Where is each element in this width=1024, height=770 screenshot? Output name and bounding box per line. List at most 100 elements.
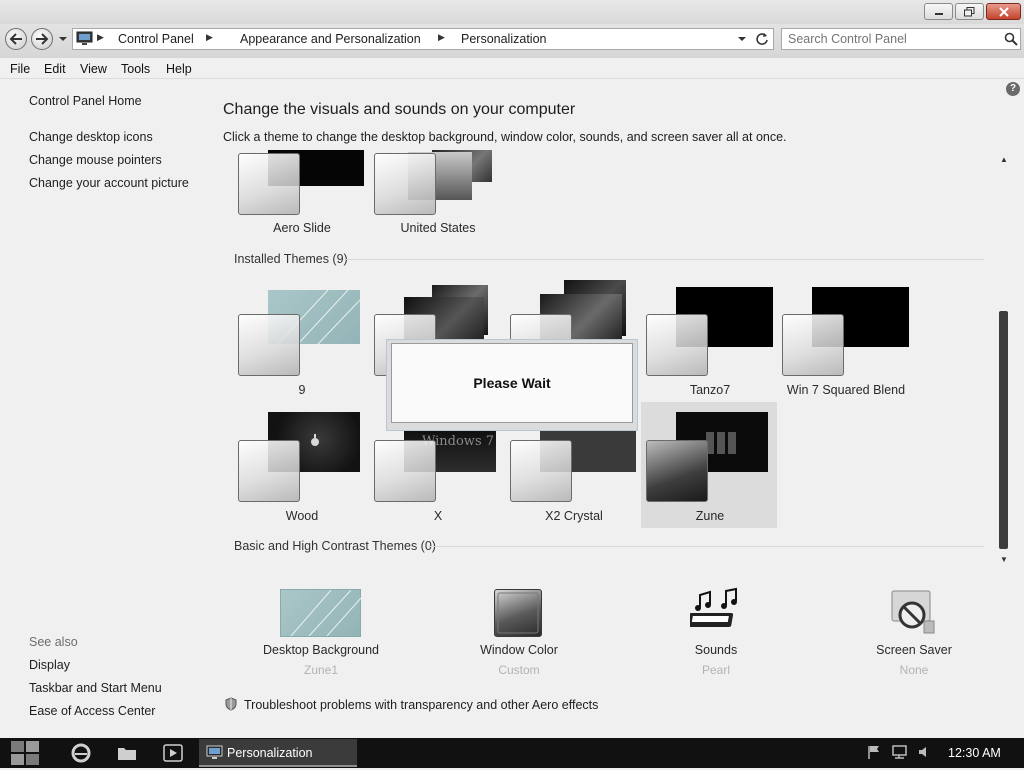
control-panel-icon: [206, 745, 223, 759]
theme-wood[interactable]: Wood: [238, 412, 374, 523]
theme-name: X: [433, 509, 443, 523]
taskbar-and-start-menu-link[interactable]: Taskbar and Start Menu: [29, 681, 162, 695]
installed-themes-heading: Installed Themes (9): [234, 252, 348, 266]
window-color-label[interactable]: Window Color: [439, 643, 599, 657]
minimize-button[interactable]: [924, 3, 953, 20]
theme-window-preview: [646, 314, 708, 376]
menu-file[interactable]: File: [10, 62, 30, 76]
close-icon: [998, 6, 1009, 17]
menu-tools[interactable]: Tools: [121, 62, 150, 76]
breadcrumb-separator-icon[interactable]: ▶: [438, 32, 445, 43]
refresh-icon: [756, 33, 768, 45]
screen-saver-none-icon: [891, 590, 935, 634]
file-explorer-icon[interactable]: [116, 742, 138, 764]
theme-name: Wood: [285, 509, 319, 523]
chevron-down-icon: [59, 37, 67, 41]
ease-of-access-center-link[interactable]: Ease of Access Center: [29, 704, 155, 718]
theme-win-7-squared-blend[interactable]: Win 7 Squared Blend: [782, 287, 918, 397]
sounds-button[interactable]: [687, 587, 742, 637]
media-player-icon[interactable]: [162, 742, 184, 764]
back-button[interactable]: [5, 28, 27, 50]
taskbar-window-label: Personalization: [227, 746, 313, 760]
page-title: Change the visuals and sounds on your co…: [223, 101, 576, 118]
breadcrumb-personalization[interactable]: Personalization: [461, 32, 546, 46]
network-icon[interactable]: [891, 744, 909, 760]
arrow-left-icon: [9, 33, 22, 45]
breadcrumb-separator-icon[interactable]: ▶: [206, 32, 213, 43]
menu-view[interactable]: View: [80, 62, 107, 76]
window-color-swatch-icon: [497, 592, 539, 634]
address-dropdown-button[interactable]: [737, 33, 747, 47]
theme-name: United States: [400, 221, 476, 235]
section-divider: [428, 546, 984, 547]
forward-button[interactable]: [31, 28, 53, 50]
breadcrumb-control-panel[interactable]: Control Panel: [118, 32, 194, 46]
arrow-right-icon: [36, 33, 49, 45]
search-box[interactable]: [781, 28, 1021, 50]
menu-bar: [0, 58, 1024, 79]
close-button[interactable]: [986, 3, 1021, 20]
theme-united-states[interactable]: United States: [374, 150, 510, 246]
basic-high-contrast-heading: Basic and High Contrast Themes (0): [234, 539, 436, 553]
theme-tanzo7[interactable]: Tanzo7: [646, 287, 782, 397]
start-button[interactable]: [8, 739, 42, 767]
screen-saver-button[interactable]: [888, 587, 938, 637]
theme-aero-slide[interactable]: Aero Slide: [238, 150, 374, 246]
menu-help[interactable]: Help: [166, 62, 192, 76]
search-icon[interactable]: [1004, 32, 1018, 46]
scroll-down-icon[interactable]: ▼: [1000, 555, 1008, 564]
help-icon[interactable]: ?: [1006, 82, 1020, 96]
action-center-flag-icon[interactable]: [866, 744, 882, 760]
theme-window-preview: [238, 314, 300, 376]
edge-browser-icon[interactable]: [70, 742, 92, 764]
control-panel-home-link[interactable]: Control Panel Home: [29, 94, 142, 108]
windows-logo-icon: [11, 741, 39, 765]
theme-9[interactable]: 9: [238, 289, 374, 400]
music-notes-icon: [687, 587, 737, 627]
page-subtitle: Click a theme to change the desktop back…: [223, 130, 787, 144]
volume-icon[interactable]: [917, 745, 931, 759]
sounds-label[interactable]: Sounds: [636, 643, 796, 657]
theme-window-preview: [374, 440, 436, 502]
taskbar-clock[interactable]: 12:30 AM: [948, 746, 1001, 760]
menu-edit[interactable]: Edit: [44, 62, 66, 76]
theme-window-preview: [238, 440, 300, 502]
desktop-background-button[interactable]: [280, 589, 362, 637]
restore-button[interactable]: [955, 3, 984, 20]
recent-pages-button[interactable]: [58, 33, 68, 47]
shield-icon: [225, 697, 237, 711]
screen-saver-label[interactable]: Screen Saver: [834, 643, 994, 657]
wallpaper-thumbnail-icon: [290, 589, 362, 637]
troubleshoot-aero-link[interactable]: Troubleshoot problems with transparency …: [244, 698, 598, 712]
breadcrumb-appearance-and-personalization[interactable]: Appearance and Personalization: [240, 32, 421, 46]
change-mouse-pointers-link[interactable]: Change mouse pointers: [29, 153, 162, 167]
scroll-up-icon[interactable]: ▲: [1000, 155, 1008, 164]
desktop-background-value: Zune1: [303, 663, 339, 677]
theme-name: 9: [298, 383, 306, 397]
change-desktop-icons-link[interactable]: Change desktop icons: [29, 130, 153, 144]
address-bar[interactable]: ▶ Control Panel ▶ Appearance and Persona…: [72, 28, 774, 50]
breadcrumb-separator-icon: ▶: [97, 32, 104, 42]
theme-name: Zune: [695, 509, 725, 523]
desktop-background-label[interactable]: Desktop Background: [241, 643, 401, 657]
search-input[interactable]: [788, 31, 988, 47]
chevron-down-icon: [738, 37, 746, 41]
see-also-heading: See also: [29, 635, 78, 649]
change-account-picture-link[interactable]: Change your account picture: [29, 176, 189, 190]
sounds-value: Pearl: [701, 663, 730, 677]
refresh-button[interactable]: [755, 32, 769, 49]
window-color-value: Custom: [498, 663, 540, 677]
theme-window-preview: [646, 440, 708, 502]
window-color-button[interactable]: [494, 589, 542, 637]
theme-zune[interactable]: Zune: [646, 412, 782, 523]
theme-name: Tanzo7: [689, 383, 731, 397]
theme-name: X2 Crystal: [545, 509, 603, 523]
minimize-icon: [934, 12, 943, 15]
vertical-scrollbar-thumb[interactable]: [999, 311, 1008, 549]
theme-window-preview: [374, 153, 436, 215]
display-link[interactable]: Display: [29, 658, 70, 672]
title-bar: [0, 0, 1024, 24]
control-panel-icon: [76, 31, 93, 45]
screen-saver-value: None: [899, 663, 929, 677]
theme-name: Win 7 Squared Blend: [786, 383, 906, 397]
